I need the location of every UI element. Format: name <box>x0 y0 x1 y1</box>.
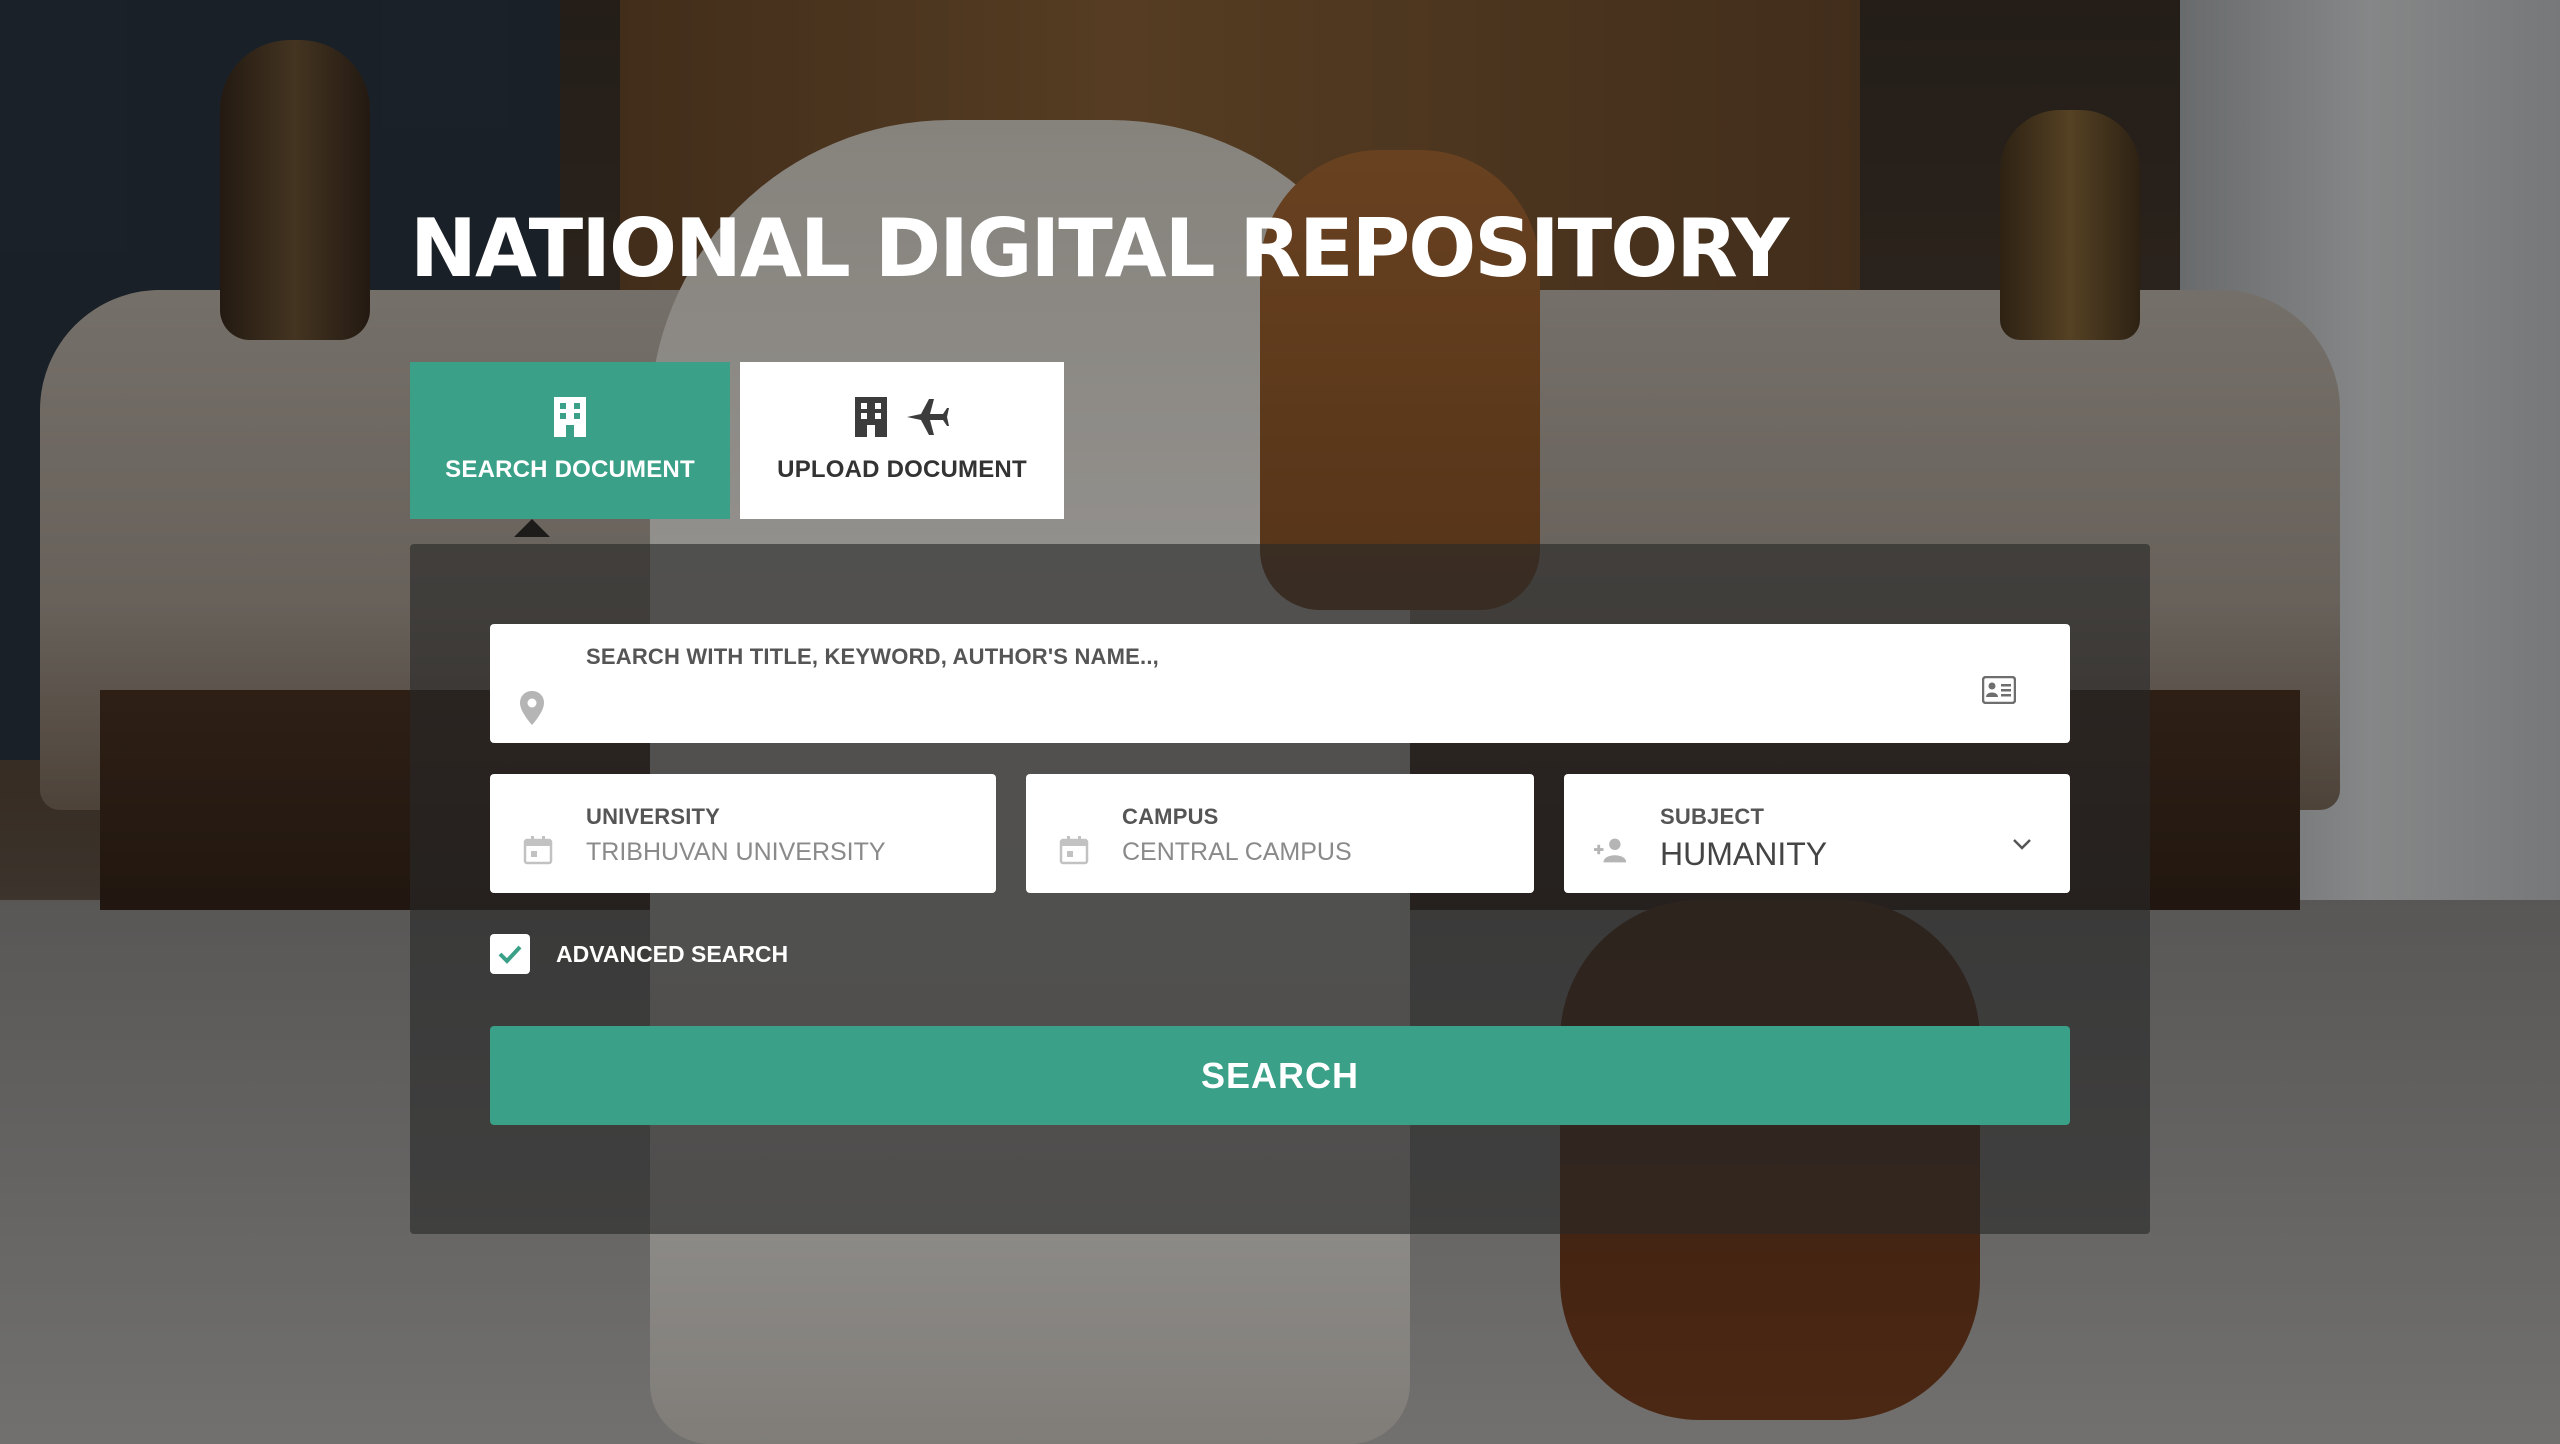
search-field[interactable]: SEARCH WITH TITLE, KEYWORD, AUTHOR'S NAM… <box>490 624 2070 743</box>
subject-value: HUMANITY <box>1660 836 1828 872</box>
campus-value: CENTRAL CAMPUS <box>1122 838 1352 866</box>
advanced-search-checkbox[interactable] <box>490 934 530 974</box>
building-icon <box>554 397 586 442</box>
search-input[interactable] <box>586 688 1890 730</box>
hero-section: NATIONAL DIGITAL REPOSITORY SEARCH DOCUM… <box>0 0 2560 1444</box>
tab-search-document[interactable]: SEARCH DOCUMENT <box>410 362 730 537</box>
campus-label: CAMPUS <box>1122 804 1219 829</box>
tab-label: UPLOAD DOCUMENT <box>777 455 1027 483</box>
campus-field[interactable]: CAMPUS CENTRAL CAMPUS <box>1026 774 1534 893</box>
advanced-search-toggle[interactable]: ADVANCED SEARCH <box>490 934 788 974</box>
id-card-icon <box>1981 675 2018 708</box>
checkmark-icon <box>498 945 522 964</box>
location-pin-icon <box>514 690 550 726</box>
search-label: SEARCH WITH TITLE, KEYWORD, AUTHOR'S NAM… <box>586 644 1159 669</box>
document-tabs: SEARCH DOCUMENT UPLOAD DOCUMENT <box>410 362 1064 537</box>
search-button[interactable]: SEARCH <box>490 1026 2070 1125</box>
subject-label: SUBJECT <box>1660 804 1765 829</box>
university-field[interactable]: UNIVERSITY TRIBHUVAN UNIVERSITY <box>490 774 996 893</box>
tab-label: SEARCH DOCUMENT <box>445 455 695 483</box>
calendar-icon <box>1056 832 1092 868</box>
airplane-icon <box>905 397 949 442</box>
building-icon <box>855 397 887 442</box>
tab-upload-document[interactable]: UPLOAD DOCUMENT <box>740 362 1064 519</box>
advanced-search-label: ADVANCED SEARCH <box>556 940 789 967</box>
add-person-icon <box>1594 832 1630 868</box>
calendar-icon <box>520 832 556 868</box>
subject-dropdown[interactable]: SUBJECT HUMANITY <box>1564 774 2070 893</box>
chevron-down-icon[interactable] <box>2010 832 2034 856</box>
page-title: NATIONAL DIGITAL REPOSITORY <box>410 202 1789 295</box>
university-label: UNIVERSITY <box>586 804 721 829</box>
university-value: TRIBHUVAN UNIVERSITY <box>586 838 886 866</box>
